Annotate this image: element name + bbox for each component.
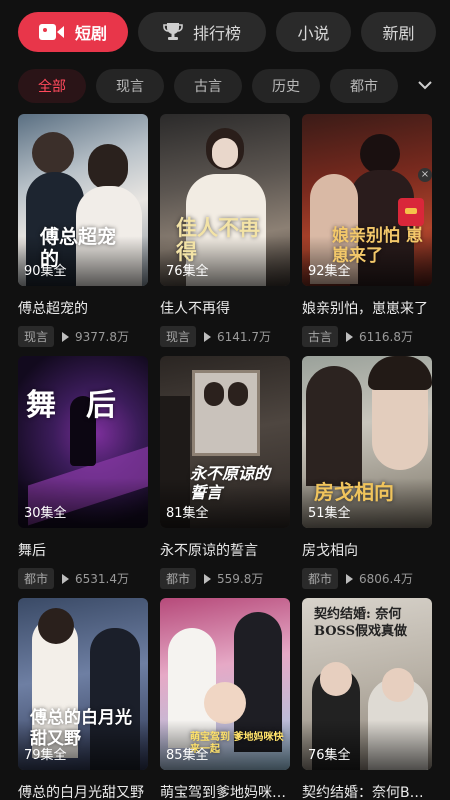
trophy-icon [163, 22, 183, 42]
drama-title[interactable]: 娘亲别怕，崽崽来了 [302, 298, 432, 318]
drama-title[interactable]: 契约结婚：奈何B… [302, 782, 432, 800]
episode-count: 92集全 [308, 264, 351, 279]
top-tab-bar: 短剧 排行榜 小说 新剧 [18, 12, 442, 52]
drama-card[interactable]: 娘亲别怕 崽崽来了 92集全 × 娘亲别怕，崽崽来了 古言 6116.8万 [302, 114, 432, 356]
poster-image[interactable]: 房戈相向 51集全 [302, 356, 432, 528]
drama-title[interactable]: 房戈相向 [302, 540, 432, 560]
view-count: 6531.4万 [75, 572, 130, 586]
episode-count: 76集全 [308, 748, 351, 763]
tab-new-drama[interactable]: 新剧 [361, 12, 436, 52]
drama-meta: 古言 6116.8万 [302, 326, 432, 347]
drama-title[interactable]: 萌宝驾到爹地妈咪… [160, 782, 290, 800]
tab-label: 排行榜 [192, 24, 241, 43]
genre-tag: 都市 [160, 568, 197, 589]
category-ancient-romance[interactable]: 古言 [174, 69, 242, 103]
drama-card[interactable]: 傅总超宠的 90集全 傅总超宠的 现言 9377.8万 [18, 114, 148, 356]
genre-tag: 现言 [160, 326, 197, 347]
poster-title-art: 佳人不再得 [176, 215, 260, 264]
tab-label: 小说 [297, 24, 330, 43]
episode-count: 79集全 [24, 748, 67, 763]
drama-meta: 现言 9377.8万 [18, 326, 148, 347]
tab-label: 短剧 [74, 24, 107, 43]
drama-card[interactable]: 傅总的白月光 甜又野 79集全 傅总的白月光甜又野 [18, 598, 148, 800]
drama-card[interactable]: 永不原谅的誓言 81集全 永不原谅的誓言 都市 559.8万 [160, 356, 290, 598]
drama-title[interactable]: 傅总超宠的 [18, 298, 148, 318]
poster-title-art: 契约结婚: 奈何BOSS假戏真做 [314, 607, 408, 639]
poster-image[interactable]: 萌宝驾到 爹地妈咪快来一起 85集全 [160, 598, 290, 770]
tab-ranking[interactable]: 排行榜 [138, 12, 266, 52]
category-history[interactable]: 历史 [252, 69, 320, 103]
play-icon [346, 331, 354, 342]
episode-count: 76集全 [166, 264, 209, 279]
genre-tag: 古言 [302, 326, 339, 347]
episode-count: 81集全 [166, 506, 209, 521]
poster-title-art: 房戈相向 [314, 480, 394, 504]
drama-card[interactable]: 契约结婚: 奈何BOSS假戏真做 76集全 契约结婚：奈何B… [302, 598, 432, 800]
drama-meta: 都市 559.8万 [160, 568, 290, 589]
poster-image[interactable]: 傅总的白月光 甜又野 79集全 [18, 598, 148, 770]
poster-image[interactable]: 舞后 30集全 [18, 356, 148, 528]
episode-count: 90集全 [24, 264, 67, 279]
poster-image[interactable]: 佳人不再得 76集全 [160, 114, 290, 286]
category-all[interactable]: 全部 [18, 69, 86, 103]
drama-meta: 都市 6806.4万 [302, 568, 432, 589]
poster-image[interactable]: 傅总超宠的 90集全 [18, 114, 148, 286]
genre-tag: 现言 [18, 326, 55, 347]
play-icon [204, 573, 212, 584]
view-count: 6141.7万 [217, 330, 272, 344]
genre-tag: 都市 [18, 568, 55, 589]
episode-count: 30集全 [24, 506, 67, 521]
tab-short-drama[interactable]: 短剧 [18, 12, 128, 52]
drama-title[interactable]: 佳人不再得 [160, 298, 290, 318]
genre-tag: 都市 [302, 568, 339, 589]
poster-title-art: 永不原谅的誓言 [190, 464, 271, 502]
drama-title[interactable]: 舞后 [18, 540, 148, 560]
drama-title[interactable]: 永不原谅的誓言 [160, 540, 290, 560]
close-icon[interactable]: × [418, 168, 432, 182]
play-icon [204, 331, 212, 342]
drama-grid: 傅总超宠的 90集全 傅总超宠的 现言 9377.8万 佳人不再得 76集全 佳… [18, 114, 432, 800]
play-icon [62, 331, 70, 342]
drama-card[interactable]: 萌宝驾到 爹地妈咪快来一起 85集全 萌宝驾到爹地妈咪… [160, 598, 290, 800]
drama-card[interactable]: 佳人不再得 76集全 佳人不再得 现言 6141.7万 [160, 114, 290, 356]
poster-image[interactable]: 永不原谅的誓言 81集全 [160, 356, 290, 528]
view-count: 6116.8万 [359, 330, 414, 344]
episode-count: 85集全 [166, 748, 209, 763]
chevron-down-icon[interactable] [410, 68, 440, 102]
drama-meta: 现言 6141.7万 [160, 326, 290, 347]
view-count: 9377.8万 [75, 330, 130, 344]
drama-title[interactable]: 傅总的白月光甜又野 [18, 782, 148, 800]
drama-meta: 都市 6531.4万 [18, 568, 148, 589]
category-urban[interactable]: 都市 [330, 69, 398, 103]
poster-image[interactable]: 契约结婚: 奈何BOSS假戏真做 76集全 [302, 598, 432, 770]
tab-novel[interactable]: 小说 [276, 12, 351, 52]
episode-count: 51集全 [308, 506, 351, 521]
view-count: 6806.4万 [359, 572, 414, 586]
drama-card[interactable]: 房戈相向 51集全 房戈相向 都市 6806.4万 [302, 356, 432, 598]
poster-title-art: 舞后 [26, 388, 146, 423]
category-modern-romance[interactable]: 现言 [96, 69, 164, 103]
category-filter-bar: 全部 现言 古言 历史 都市 [18, 68, 450, 104]
play-icon [62, 573, 70, 584]
tab-label: 新剧 [382, 24, 415, 43]
video-icon [38, 23, 65, 41]
view-count: 559.8万 [217, 572, 264, 586]
red-packet-icon[interactable] [398, 198, 424, 226]
play-icon [346, 573, 354, 584]
drama-card[interactable]: 舞后 30集全 舞后 都市 6531.4万 [18, 356, 148, 598]
